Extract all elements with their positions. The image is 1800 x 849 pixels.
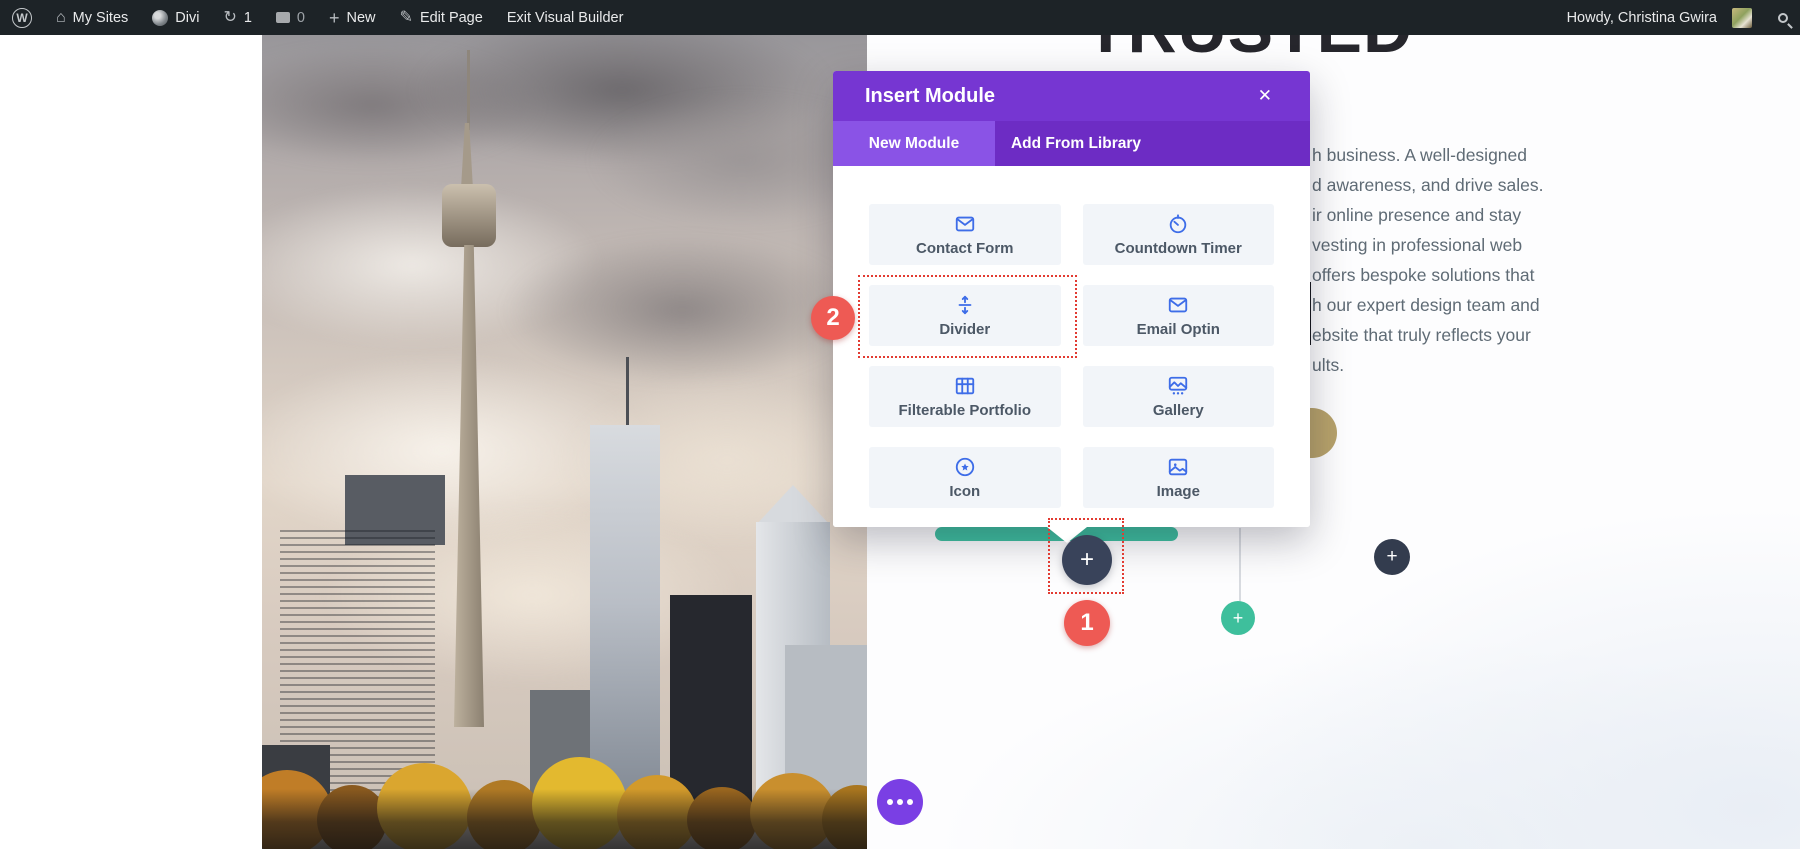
module-countdown-timer[interactable]: Countdown Timer [1082,204,1274,265]
modal-title: Insert Module [865,84,996,107]
module-label: Countdown Timer [1114,239,1242,257]
user-avatar [1732,7,1752,28]
updates-icon: ↻ [223,8,237,26]
insert-module-modal: Insert Module ✕ New Module Add From Libr… [833,71,1310,527]
updates-menu[interactable]: ↻ 1 [211,0,263,35]
paragraph-line: h business. A well-designed [1312,145,1527,165]
admin-bar-right: Howdy, Christina Gwira [1555,0,1800,35]
circle-star-icon [955,457,974,476]
module-contact-form[interactable]: Contact Form [869,204,1061,265]
sites-icon: ⌂ [56,8,66,26]
ellipsis-dot [887,799,893,805]
divi-menu[interactable]: Divi [140,0,211,35]
module-icon[interactable]: Icon [869,447,1061,508]
my-sites-menu[interactable]: ⌂ My Sites [44,0,140,35]
comments-icon [275,12,290,23]
plus-icon: + [1386,546,1398,567]
step2-highlight-ring [858,275,1077,358]
photo-dark-band [262,789,867,849]
edit-page-label: Edit Page [419,9,483,26]
picture-dots-icon [1169,376,1188,395]
step-1-number: 1 [1080,609,1094,636]
plus-icon: + [1232,607,1244,628]
wp-logo-menu[interactable]: W [0,0,44,35]
city-skyline-photo [262,35,867,849]
exit-visual-builder-link[interactable]: Exit Visual Builder [495,0,636,35]
add-row-button[interactable]: + [1221,601,1255,635]
my-sites-label: My Sites [72,9,129,26]
cn-tower-antenna [467,50,470,130]
step1-highlight-ring [1048,518,1124,594]
module-label: Filterable Portfolio [898,401,1031,419]
step-2-badge: 2 [811,296,855,340]
admin-bar-left: W ⌂ My Sites Divi ↻ 1 0 + New ✎ Edit Pag… [0,0,635,35]
howdy-label: Howdy, Christina Gwira [1566,9,1717,26]
tab-add-from-library[interactable]: Add From Library [995,121,1157,166]
cloud-shape [502,235,862,385]
ellipsis-dot [907,799,913,805]
module-grid: Contact Form Countdown Timer Divider Ema… [858,204,1274,508]
paragraph-line: ults. [1312,355,1345,375]
step-2-number: 2 [826,304,840,331]
module-gallery[interactable]: Gallery [1082,366,1274,427]
divi-logo-icon [152,9,169,26]
module-email-optin[interactable]: Email Optin [1082,285,1274,346]
my-account-menu[interactable]: Howdy, Christina Gwira [1555,0,1766,35]
paragraph-line: vesting in professional web [1312,235,1523,255]
picture-icon [1169,458,1188,475]
module-image[interactable]: Image [1082,447,1274,508]
paragraph-line: ir online presence and stay [1312,205,1522,225]
grid-table-icon [955,377,974,394]
search-icon [1778,12,1788,23]
add-section-button[interactable]: + [1374,539,1410,575]
pencil-icon: ✎ [399,8,413,26]
step-1-badge: 1 [1064,600,1110,646]
cn-tower-pod [442,184,496,247]
wordpress-logo-icon: W [12,7,32,28]
tab-new-module[interactable]: New Module [833,121,995,166]
envelope-icon [1169,297,1188,312]
module-label: Divider [939,320,991,338]
updates-count: 1 [243,9,252,26]
paragraph-line: offers bespoke solutions that [1312,265,1535,285]
ellipsis-dot [897,799,903,805]
module-divider[interactable]: Divider [858,275,1077,358]
modal-header: Insert Module ✕ [833,71,1310,121]
module-label: Icon [949,482,981,500]
module-label: Gallery [1152,401,1204,419]
close-icon[interactable]: ✕ [1252,82,1278,110]
module-filterable-portfolio[interactable]: Filterable Portfolio [869,366,1061,427]
page-settings-button[interactable] [877,779,923,825]
paragraph-line: d awareness, and drive sales. [1312,175,1544,195]
paragraph-line: ebsite that truly reflects your [1312,325,1531,345]
modal-tab-bar: New Module Add From Library [833,121,1310,166]
new-content-menu[interactable]: + New [317,0,388,35]
building [590,425,660,820]
module-label: Email Optin [1136,320,1220,338]
plus-icon: + [329,7,340,28]
clock-icon [1170,213,1187,233]
edit-page-menu[interactable]: ✎ Edit Page [388,0,495,35]
comments-menu[interactable]: 0 [264,0,317,35]
module-label: Image [1156,482,1200,500]
vertical-arrows-icon [958,295,972,314]
wp-admin-bar: W ⌂ My Sites Divi ↻ 1 0 + New ✎ Edit Pag… [0,0,1800,35]
exit-visual-builder-label: Exit Visual Builder [506,9,624,26]
new-label: New [346,9,376,26]
visual-builder-screen: TRUSTED h business. A well-designed d aw… [0,0,1800,849]
module-label: Contact Form [916,239,1014,257]
cloud-shape [592,95,867,225]
search-menu[interactable] [1766,0,1800,35]
building-spire [626,357,629,427]
connector-line [1239,528,1241,602]
envelope-icon [955,216,974,231]
paragraph-line: h our expert design team and [1312,295,1540,315]
divi-label: Divi [175,9,200,26]
modal-body: Contact Form Countdown Timer Divider Ema… [833,166,1310,527]
comments-count: 0 [296,9,305,26]
